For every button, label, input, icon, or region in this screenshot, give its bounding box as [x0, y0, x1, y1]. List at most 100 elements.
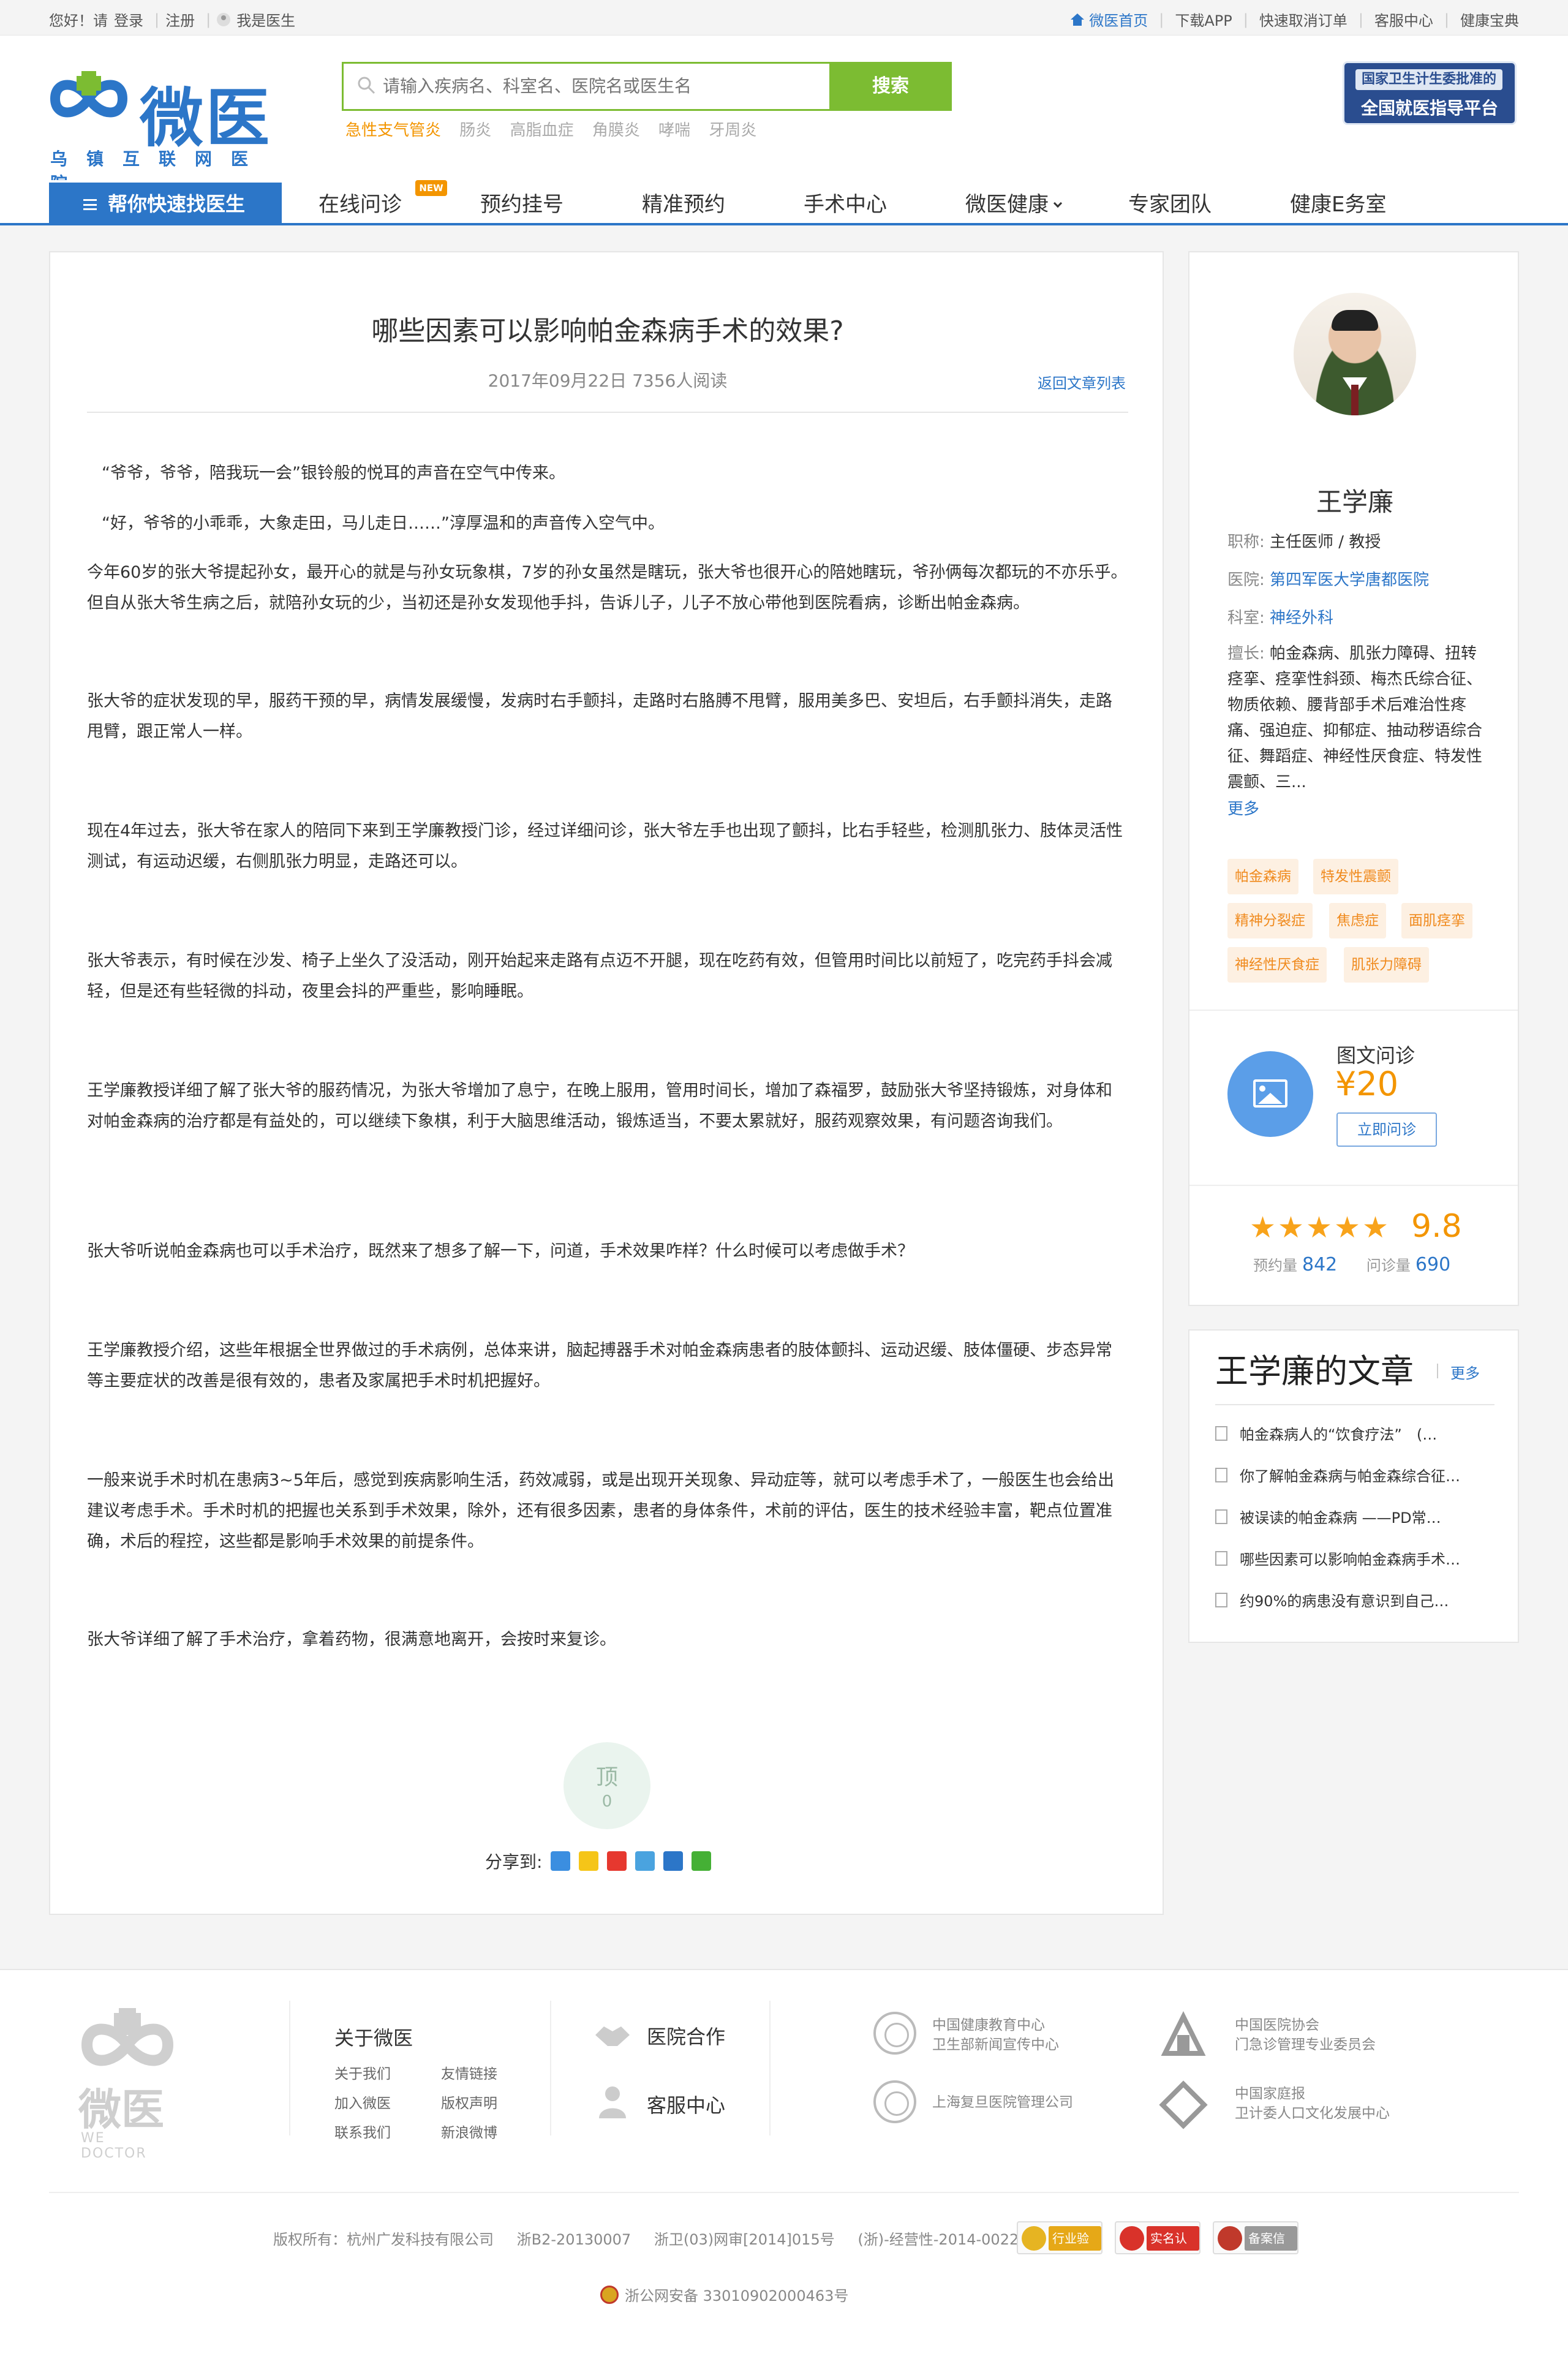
hospital-coop-link[interactable]: 医院合作 — [647, 2022, 725, 2050]
skills-label: 擅长: — [1227, 644, 1265, 663]
disease-tag[interactable]: 肌张力障碍 — [1344, 947, 1429, 983]
police-record-text: 浙公网安备 33010902000463号 — [625, 2287, 849, 2305]
share-plus-icon[interactable] — [551, 1851, 571, 1871]
hospital-link[interactable]: 第四军医大学唐都医院 — [1270, 571, 1429, 589]
footer-link[interactable]: 友情链接 — [441, 2062, 497, 2083]
hot-keyword[interactable]: 肠炎 — [459, 121, 491, 140]
search-input[interactable] — [383, 71, 787, 102]
hot-keyword[interactable]: 角膜炎 — [592, 121, 640, 140]
site-logo[interactable]: 微医 乌镇互联网医院 — [49, 54, 294, 194]
share-bar: 分享到: — [485, 1849, 712, 1873]
share-tencent-weibo-icon[interactable] — [635, 1851, 655, 1871]
new-badge: NEW — [415, 180, 447, 196]
footer-link[interactable]: 新浪微博 — [441, 2121, 497, 2142]
star-icon: ★ — [1362, 1210, 1389, 1245]
footer: 微医 WE DOCTOR 关于微医 关于我们 友情链接 加入微医 版权声明 联系… — [0, 1969, 1568, 2356]
doctor-skills: 擅长: 帕金森病、肌张力障碍、扭转痉挛、痉挛性斜颈、梅杰氏综合征、物质依赖、腰背… — [1227, 641, 1491, 795]
article-paragraph: 一般来说手术时机在患病3~5年后，感觉到疾病影响生活，药效减弱，或是出现开关现象… — [87, 1471, 1114, 1551]
nav-surgery-center[interactable]: 手术中心 — [804, 187, 887, 217]
title-value: 主任医师 / 教授 — [1270, 533, 1381, 551]
find-doctor-button[interactable]: 帮你快速找医生 — [49, 183, 282, 225]
partner-org[interactable]: 上海复旦医院管理公司 — [932, 2093, 1073, 2112]
article-paragraph: 现在4年过去，张大爷在家人的陪同下来到王学廉教授门诊，经过详细问诊，张大爷左手也… — [87, 821, 1123, 871]
nav-e-clinic[interactable]: 健康E务室 — [1290, 187, 1386, 217]
cert-badge[interactable]: 行业验证 — [1017, 2221, 1102, 2270]
list-item[interactable]: 你了解帕金森病与帕金森综合征… — [1215, 1464, 1503, 1486]
star-icon: ★ — [1278, 1210, 1305, 1245]
disease-tag[interactable]: 焦虑症 — [1329, 903, 1386, 938]
footer-link[interactable]: 版权声明 — [441, 2091, 497, 2112]
nav-appointment[interactable]: 预约挂号 — [480, 187, 564, 217]
dept-link[interactable]: 神经外科 — [1270, 609, 1333, 627]
download-app-link[interactable]: 下载APP — [1175, 9, 1232, 30]
find-doctor-label: 帮你快速找医生 — [108, 192, 246, 216]
appointments-count: 842 — [1302, 1254, 1338, 1275]
upvote-count: 0 — [601, 1792, 612, 1811]
upvote-button[interactable]: 顶 0 — [564, 1742, 650, 1829]
login-link[interactable]: 登录 — [114, 9, 143, 30]
doctor-articles-card: 王学廉的文章 更多 帕金森病人的“饮食疗法” (… 你了解帕金森病与帕金森综合征… — [1188, 1329, 1519, 1643]
disease-tag[interactable]: 特发性震颤 — [1313, 859, 1398, 894]
search-icon — [358, 77, 375, 94]
partner-org[interactable]: 中国家庭报 卫计委人口文化发展中心 — [1235, 2084, 1390, 2123]
footer-link[interactable]: 联系我们 — [334, 2121, 391, 2142]
divider: | — [206, 10, 211, 28]
article-card: 哪些因素可以影响帕金森病手术的效果? 2017年09月22日 7356人阅读 返… — [49, 251, 1164, 1915]
customer-service-footer-link[interactable]: 客服中心 — [647, 2090, 725, 2118]
fudan-seal-icon — [873, 2080, 916, 2123]
cert-shield-icon — [1022, 2226, 1046, 2251]
hot-keyword[interactable]: 哮喘 — [658, 121, 690, 140]
article-link-label: 帕金森病人的“饮食疗法” (… — [1240, 1426, 1438, 1443]
doctor-avatar[interactable] — [1294, 293, 1416, 415]
consults-label: 问诊量 — [1366, 1257, 1411, 1274]
footer-link[interactable]: 关于我们 — [334, 2062, 391, 2083]
footer-logo-en: WE DOCTOR — [81, 2131, 147, 2161]
partner-org[interactable]: 中国医院协会 门急诊管理专业委员会 — [1235, 2015, 1376, 2055]
platform-badge[interactable]: 国家卫生计生委批准的 全国就医指导平台 — [1343, 61, 1517, 125]
share-weibo-icon[interactable] — [607, 1851, 627, 1871]
doctor-hospital-row: 医院: 第四军医大学唐都医院 — [1227, 567, 1429, 590]
logo-text: 微医 — [140, 81, 273, 156]
partner-org[interactable]: 中国健康教育中心 卫生部新闻宣传中心 — [932, 2015, 1059, 2055]
cancel-order-link[interactable]: 快速取消订单 — [1259, 9, 1348, 30]
disease-tag[interactable]: 面肌痉挛 — [1401, 903, 1472, 938]
org-line: 上海复旦医院管理公司 — [932, 2094, 1073, 2110]
nav-expert-team[interactable]: 专家团队 — [1128, 187, 1212, 217]
health-guide-link[interactable]: 健康宝典 — [1460, 9, 1519, 30]
list-item[interactable]: 约90%的病患没有意识到自己… — [1215, 1589, 1503, 1610]
skills-more-link[interactable]: 更多 — [1227, 796, 1259, 819]
customer-service-link[interactable]: 客服中心 — [1374, 9, 1433, 30]
cert-badge[interactable]: 实名认证 — [1115, 2221, 1200, 2270]
share-renren-icon[interactable] — [663, 1851, 684, 1871]
hot-keyword[interactable]: 牙周炎 — [709, 121, 756, 140]
consult-now-button[interactable]: 立即问诊 — [1336, 1112, 1437, 1147]
hospital-label: 医院: — [1227, 571, 1265, 589]
footer-link[interactable]: 加入微医 — [334, 2091, 391, 2112]
home-link[interactable]: 微医首页 — [1071, 9, 1148, 30]
hot-keyword[interactable]: 高脂血症 — [510, 121, 574, 140]
chevron-down-icon — [1053, 198, 1063, 208]
search-button[interactable]: 搜索 — [829, 62, 952, 111]
nav-health-menu[interactable]: 微医健康 — [965, 187, 1063, 217]
police-record[interactable]: 浙公网安备 33010902000463号 — [600, 2284, 848, 2305]
cert-badge[interactable]: 备案信息 — [1213, 2221, 1298, 2270]
org-line: 门急诊管理专业委员会 — [1235, 2037, 1376, 2053]
doctor-articles-more-link[interactable]: 更多 — [1437, 1361, 1480, 1383]
disease-tag[interactable]: 精神分裂症 — [1227, 903, 1313, 938]
doctor-name[interactable]: 王学廉 — [1189, 481, 1520, 519]
share-qzone-icon[interactable] — [579, 1851, 599, 1871]
header: 微医 乌镇互联网医院 搜索 急性支气管炎 肠炎 高脂血症 角膜炎 哮喘 牙周炎 … — [0, 36, 1568, 194]
disease-tag[interactable]: 神经性厌食症 — [1227, 947, 1327, 983]
share-wechat-icon[interactable] — [692, 1851, 712, 1871]
nav-online-consult[interactable]: 在线问诊 — [318, 187, 402, 217]
back-to-list-link[interactable]: 返回文章列表 — [1038, 371, 1126, 393]
list-item[interactable]: 帕金森病人的“饮食疗法” (… — [1215, 1422, 1503, 1444]
star-icon: ★ — [1334, 1210, 1361, 1245]
register-link[interactable]: 注册 — [165, 9, 195, 30]
hot-keyword[interactable]: 急性支气管炎 — [345, 121, 441, 140]
i-am-doctor-link[interactable]: 我是医生 — [236, 9, 295, 30]
list-item[interactable]: 被误读的帕金森病 ——PD常… — [1215, 1506, 1503, 1527]
list-item[interactable]: 哪些因素可以影响帕金森病手术… — [1215, 1547, 1503, 1569]
disease-tag[interactable]: 帕金森病 — [1227, 859, 1298, 894]
nav-precise-appointment[interactable]: 精准预约 — [642, 187, 725, 217]
